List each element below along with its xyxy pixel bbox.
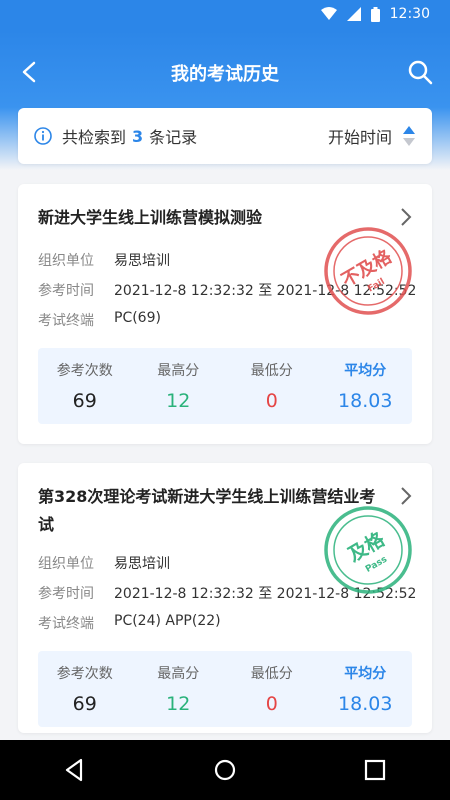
stat-avg: 平均分 18.03 xyxy=(338,363,393,412)
stat-max: 最高分 12 xyxy=(157,666,200,715)
score-stats: 参考次数 69 最高分 12 最低分 0 平均分 18.03 xyxy=(38,651,412,727)
pass-stamp: 及格 Pass xyxy=(324,506,412,594)
stat-max: 最高分 12 xyxy=(157,363,200,412)
stat-attempts: 参考次数 69 xyxy=(56,363,113,412)
terminal-value: PC(24) APP(22) xyxy=(114,613,221,629)
nav-home-icon[interactable] xyxy=(212,757,238,783)
org-label: 组织单位 xyxy=(38,253,94,269)
terminal-label: 考试终端 xyxy=(38,313,94,329)
org-value: 易思培训 xyxy=(114,556,170,572)
status-time: 12:30 xyxy=(389,6,430,22)
sort-by-start-time[interactable]: 开始时间 xyxy=(328,124,416,148)
org-label: 组织单位 xyxy=(38,556,94,572)
time-label: 参考时间 xyxy=(38,283,94,299)
battery-icon xyxy=(370,6,380,22)
search-icon[interactable] xyxy=(406,58,434,86)
org-value: 易思培训 xyxy=(114,253,170,269)
wifi-icon xyxy=(320,7,337,20)
summary-prefix: 共检索到 xyxy=(62,128,127,147)
signal-icon xyxy=(346,7,361,21)
stat-avg: 平均分 18.03 xyxy=(338,666,393,715)
sort-label: 开始时间 xyxy=(327,128,392,147)
terminal-row: 考试终端 PC(69) xyxy=(38,310,161,330)
exam-card[interactable]: 第328次理论考试新进大学生线上训练营结业考试 组织单位 易思培训 参考时间 2… xyxy=(18,463,432,733)
sort-arrows-icon xyxy=(403,126,415,146)
page-title: 我的考试历史 xyxy=(171,64,279,85)
stamp-subtext: Fail xyxy=(366,277,386,295)
terminal-value: PC(69) xyxy=(114,310,161,326)
chevron-right-icon xyxy=(401,208,412,226)
summary-suffix: 条记录 xyxy=(149,128,198,147)
info-icon xyxy=(34,127,52,145)
fail-stamp: 不及格 Fail xyxy=(324,227,412,315)
time-row: 参考时间 2021-12-8 12:32:32 至 2021-12-8 12:5… xyxy=(38,280,416,300)
score-stats: 参考次数 69 最高分 12 最低分 0 平均分 18.03 xyxy=(38,348,412,424)
stat-min: 最低分 0 xyxy=(250,363,293,412)
stat-attempts: 参考次数 69 xyxy=(56,666,113,715)
terminal-row: 考试终端 PC(24) APP(22) xyxy=(38,613,221,633)
exam-card[interactable]: 新进大学生线上训练营模拟测验 组织单位 易思培训 参考时间 2021-12-8 … xyxy=(18,184,432,444)
org-row: 组织单位 易思培训 xyxy=(38,553,170,573)
chevron-right-icon xyxy=(401,487,412,505)
record-count: 3 xyxy=(132,126,144,146)
status-bar: 12:30 xyxy=(0,0,450,30)
nav-recents-icon[interactable] xyxy=(362,757,388,783)
org-row: 组织单位 易思培训 xyxy=(38,250,170,270)
system-nav-bar xyxy=(0,740,450,800)
terminal-label: 考试终端 xyxy=(38,616,94,632)
result-summary: 共检索到 3 条记录 开始时间 xyxy=(18,108,432,164)
nav-back-icon[interactable] xyxy=(62,757,88,783)
time-label: 参考时间 xyxy=(38,586,94,602)
time-row: 参考时间 2021-12-8 12:32:32 至 2021-12-8 12:5… xyxy=(38,583,416,603)
stat-min: 最低分 0 xyxy=(250,666,293,715)
